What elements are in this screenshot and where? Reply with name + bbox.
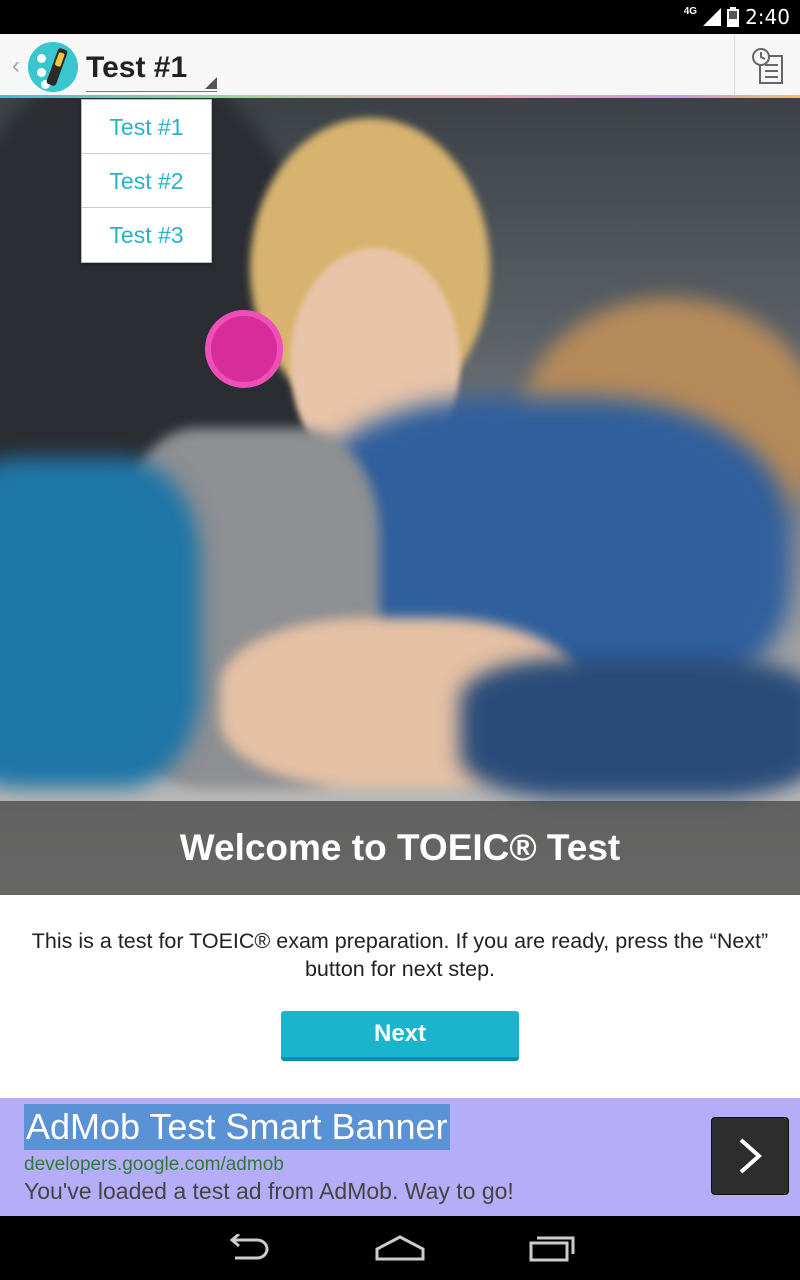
- ad-banner[interactable]: AdMob Test Smart Banner developers.googl…: [0, 1098, 800, 1216]
- recent-apps-button[interactable]: [513, 1221, 593, 1275]
- status-bar: 4G 2:40: [0, 0, 800, 34]
- ad-url[interactable]: developers.google.com/admob: [24, 1154, 284, 1176]
- dropdown-item-test-1[interactable]: Test #1: [82, 100, 211, 154]
- signal-icon: [703, 8, 722, 26]
- dropdown-item-test-2[interactable]: Test #2: [82, 154, 211, 208]
- ad-description: You've loaded a test ad from AdMob. Way …: [24, 1178, 514, 1204]
- welcome-caption-bar: Welcome to TOEIC® Test: [0, 801, 800, 895]
- dropdown-item-test-3[interactable]: Test #3: [82, 208, 211, 262]
- history-list-icon: [751, 48, 783, 84]
- selected-test-label: Test #1: [86, 51, 188, 84]
- test-selector-spinner[interactable]: Test #1: [86, 44, 218, 92]
- ad-open-button[interactable]: [711, 1117, 789, 1195]
- home-button[interactable]: [360, 1221, 440, 1275]
- chevron-left-icon[interactable]: ‹: [12, 52, 20, 80]
- history-button[interactable]: [734, 34, 800, 98]
- battery-icon: [727, 7, 740, 27]
- app-logo-icon[interactable]: [28, 42, 78, 92]
- intro-section: This is a test for TOEIC® exam preparati…: [0, 895, 800, 1098]
- home-icon: [375, 1235, 425, 1261]
- intro-text: This is a test for TOEIC® exam preparati…: [31, 929, 769, 981]
- back-arrow-icon: [229, 1234, 269, 1260]
- network-type: 4G: [683, 5, 698, 17]
- spinner-arrow-icon: [205, 77, 218, 89]
- action-bar: ‹ Test #1: [0, 34, 800, 98]
- test-dropdown-menu: Test #1 Test #2 Test #3: [81, 99, 212, 263]
- next-button[interactable]: Next: [281, 1011, 519, 1061]
- recent-apps-icon: [529, 1236, 575, 1262]
- welcome-title: Welcome to TOEIC® Test: [179, 827, 621, 868]
- clock: 2:40: [745, 5, 790, 29]
- chevron-right-icon: [739, 1138, 763, 1174]
- status-icons: 4G 2:40: [684, 0, 790, 34]
- system-nav-bar: [0, 1216, 800, 1280]
- back-button[interactable]: [207, 1221, 287, 1275]
- ad-title[interactable]: AdMob Test Smart Banner: [24, 1104, 450, 1150]
